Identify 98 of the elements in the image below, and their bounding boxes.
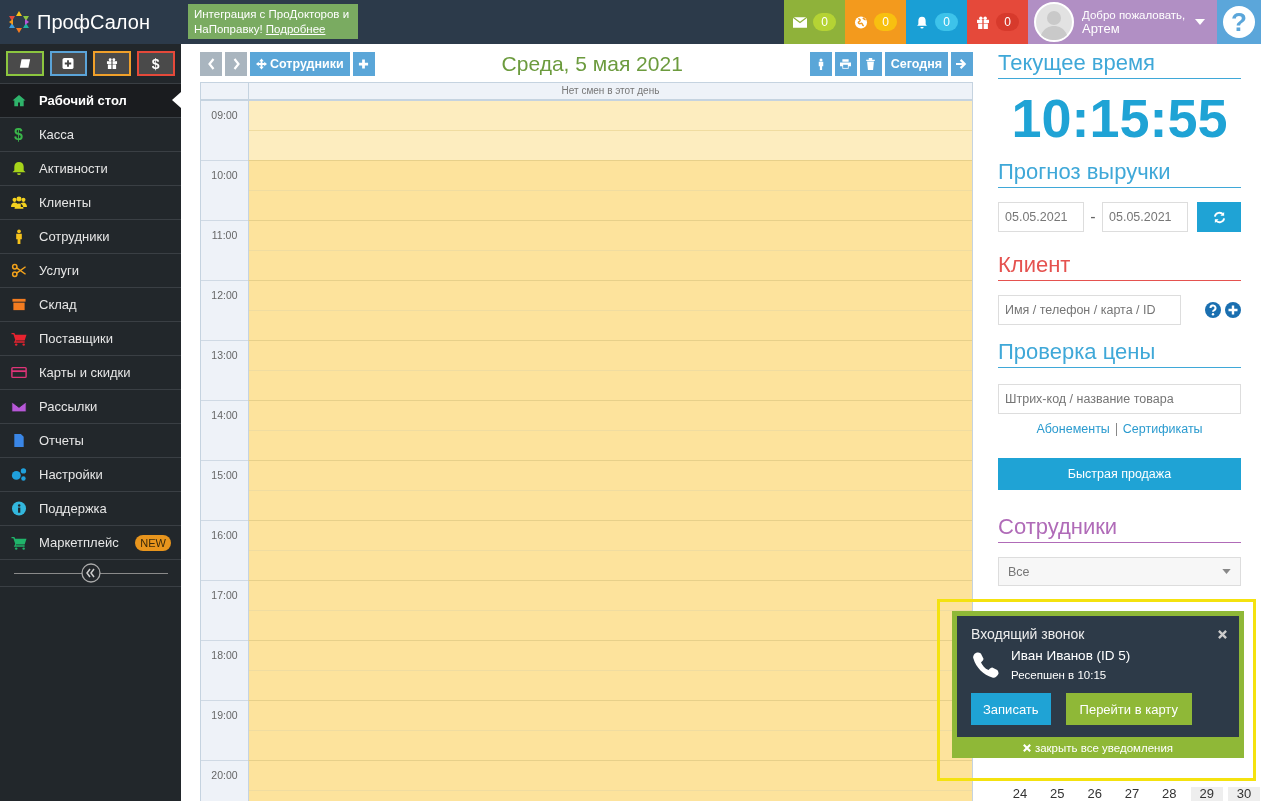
current-time: 10:15:55 <box>1010 87 1229 149</box>
time-label: 18:00 <box>201 641 248 701</box>
people-icon <box>10 195 27 210</box>
date-to-field[interactable]: 05.05.2021 <box>1102 202 1188 232</box>
time-label: 11:00 <box>201 221 248 281</box>
section-title: Проверка цены <box>998 339 1241 368</box>
nav-item[interactable]: Активности <box>0 152 181 186</box>
close-icon[interactable] <box>1218 629 1227 639</box>
calendar-day[interactable]: 27 <box>1116 787 1148 801</box>
caller-name: Иван Иванов (ID 5) <box>1011 648 1131 663</box>
new-badge: NEW <box>135 534 171 551</box>
print-button[interactable] <box>834 52 857 76</box>
app-logo[interactable]: ПрофСалон <box>37 10 150 34</box>
time-label: 16:00 <box>201 521 248 581</box>
client-search-field[interactable]: Имя / телефон / карта / ID <box>998 295 1181 325</box>
barcode-search-field[interactable]: Штрих-код / название товара <box>998 384 1241 414</box>
date-title: Среда, 5 мая 2021 <box>501 52 683 76</box>
nav-item[interactable]: Поддержка <box>0 492 181 526</box>
cart-icon <box>10 331 27 346</box>
schedule-notice: Нет смен в этот день <box>248 83 972 101</box>
cart-icon <box>10 535 27 550</box>
info-icon <box>10 501 27 516</box>
delete-button[interactable] <box>859 52 882 76</box>
gift-icon <box>105 58 118 69</box>
logo-icon <box>7 10 31 34</box>
box-icon <box>10 297 27 312</box>
time-label: 12:00 <box>201 281 248 341</box>
quick-action-button[interactable] <box>6 51 44 76</box>
nav-item[interactable]: Клиенты <box>0 186 181 220</box>
nav-item[interactable]: Рассылки <box>0 390 181 424</box>
time-label: 15:00 <box>201 461 248 521</box>
notification-title: Входящий звонок <box>971 626 1085 642</box>
home-icon <box>10 93 27 108</box>
next-day-button[interactable] <box>225 52 247 76</box>
section-title: Текущее время <box>998 50 1241 79</box>
section-title: Прогноз выручки <box>998 159 1241 188</box>
nav-item[interactable]: $ Касса <box>0 118 181 152</box>
card-icon <box>10 365 27 380</box>
section-title: Сотрудники <box>998 514 1241 543</box>
time-label: 13:00 <box>201 341 248 401</box>
time-label: 20:00 <box>201 761 248 801</box>
quick-action-button[interactable]: $ <box>136 51 175 76</box>
nav-item[interactable]: Склад <box>0 288 181 322</box>
nav-item[interactable]: Рабочий стол <box>0 84 181 118</box>
globe-icon <box>854 15 869 29</box>
plus-square-icon <box>62 58 75 69</box>
gift-icon <box>976 15 991 29</box>
envelope-icon <box>10 399 27 414</box>
time-label: 14:00 <box>201 401 248 461</box>
calendar-day[interactable]: 24 <box>1004 787 1036 801</box>
avatar-icon <box>1034 2 1074 42</box>
trash-icon <box>865 58 877 70</box>
section-title: Клиент <box>998 252 1241 281</box>
nav-item[interactable]: Отчеты <box>0 424 181 458</box>
notification-counter[interactable]: 0 <box>967 0 1028 44</box>
quick-action-button[interactable] <box>49 51 87 76</box>
calendar-day[interactable]: 29 <box>1190 787 1223 801</box>
caret-icon <box>1195 19 1205 25</box>
date-separator: - <box>1089 208 1097 226</box>
nav-item[interactable]: Сотрудники <box>0 220 181 254</box>
envelope-icon <box>793 15 808 29</box>
time-label: 09:00 <box>201 101 248 161</box>
refresh-button[interactable] <box>1197 202 1241 232</box>
quick-action-button[interactable] <box>93 51 131 76</box>
time-label: 19:00 <box>201 701 248 761</box>
nav-item[interactable]: Поставщики <box>0 322 181 356</box>
calendar-day[interactable]: 28 <box>1153 787 1186 801</box>
bell-icon <box>915 15 930 29</box>
move-arrows-icon <box>256 58 267 70</box>
printer-icon <box>840 58 852 70</box>
time-label: 10:00 <box>201 161 248 221</box>
bell-icon <box>10 161 27 176</box>
nav-item[interactable]: Услуги <box>0 254 181 288</box>
time-label: 17:00 <box>201 581 248 641</box>
book-icon <box>18 58 31 69</box>
refresh-icon <box>1212 210 1226 224</box>
calendar-day[interactable]: 26 <box>1078 787 1111 801</box>
staff-view-button[interactable] <box>809 52 832 76</box>
plus-icon <box>358 58 370 70</box>
caret-icon <box>1222 569 1231 574</box>
scissors-icon <box>10 263 27 278</box>
staff-select[interactable]: Все <box>998 557 1241 586</box>
collapse-icon[interactable] <box>80 563 101 583</box>
promo-text: Интеграция с ПроДокторов и НаПоправку! Подробнее <box>194 8 350 35</box>
date-from-field[interactable]: 05.05.2021 <box>998 202 1084 232</box>
add-button[interactable] <box>352 52 375 76</box>
help-icon[interactable] <box>1205 302 1221 318</box>
calendar-day[interactable]: 25 <box>1041 787 1074 801</box>
chevron-left-icon <box>205 58 217 70</box>
close-icon <box>1022 743 1031 752</box>
calendar-day[interactable]: 30 <box>1227 787 1260 801</box>
call-detail: Ресепшен в 10:15 <box>1011 669 1108 681</box>
arrow-right-icon <box>956 58 968 70</box>
nav-item[interactable]: Карты и скидки <box>0 356 181 390</box>
nav-item[interactable]: Настройки <box>0 458 181 492</box>
previous-day-button[interactable] <box>200 52 222 76</box>
add-client-icon[interactable] <box>1225 302 1241 318</box>
forward-button[interactable] <box>951 52 973 76</box>
